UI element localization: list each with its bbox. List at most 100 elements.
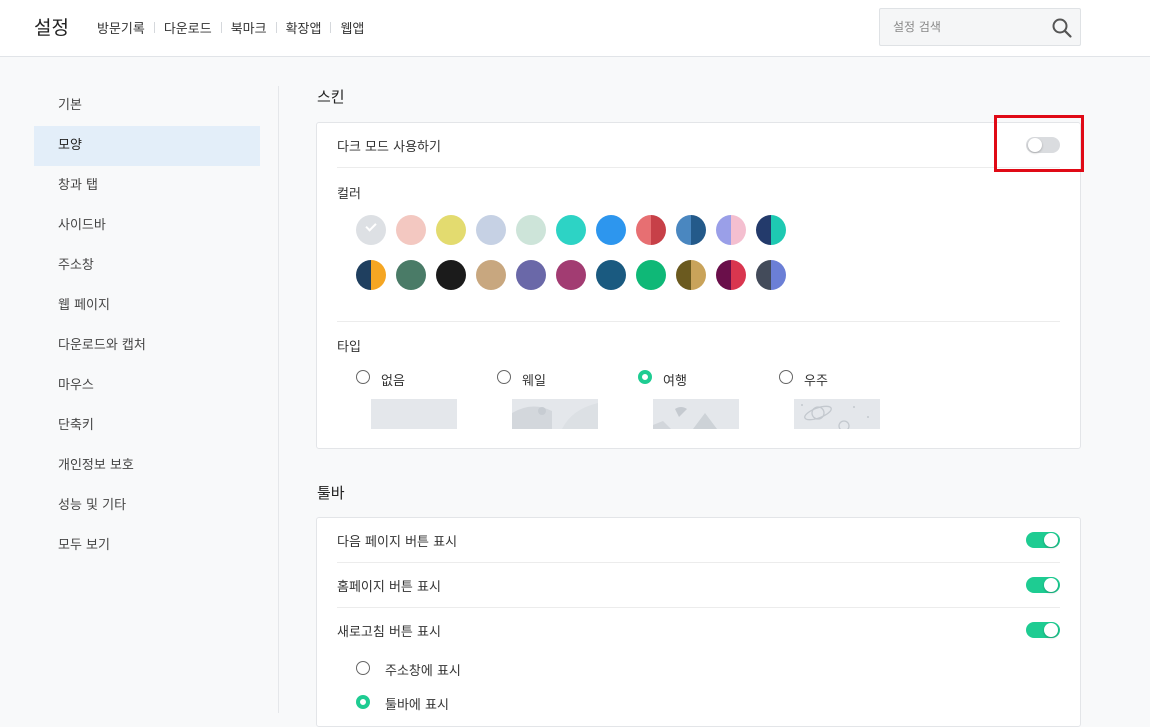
nav-separator	[275, 22, 277, 33]
next-page-button-label: 다음 페이지 버튼 표시	[337, 535, 458, 550]
sidebar-item-windows-tabs[interactable]: 창과 탭	[34, 166, 260, 206]
swatch-half	[676, 215, 691, 245]
sidebar-item-address-bar[interactable]: 주소창	[34, 246, 260, 286]
color-swatch[interactable]	[516, 215, 546, 245]
color-swatch[interactable]	[436, 260, 466, 290]
type-radio-space[interactable]	[779, 370, 793, 384]
swatch-half	[716, 260, 731, 290]
sidebar-item-web-page[interactable]: 웹 페이지	[34, 286, 260, 326]
type-radio-whale[interactable]	[497, 370, 511, 384]
dark-mode-label: 다크 모드 사용하기	[337, 140, 441, 155]
color-swatch[interactable]	[556, 215, 586, 245]
travel-pattern-icon	[653, 399, 739, 429]
color-swatch[interactable]	[396, 260, 426, 290]
sidebar-item-sidebar[interactable]: 사이드바	[34, 206, 260, 246]
section-title-toolbar: 툴바	[317, 484, 345, 502]
sidebar-item-view-all[interactable]: 모두 보기	[34, 526, 260, 566]
search-input[interactable]	[893, 18, 1043, 36]
sidebar: 기본 모양 창과 탭 사이드바 주소창 웹 페이지 다운로드와 캡처 마우스 단…	[34, 86, 260, 566]
color-label: 컬러	[337, 187, 361, 202]
divider	[337, 562, 1060, 563]
sidebar-item-shortcuts[interactable]: 단축키	[34, 406, 260, 446]
check-icon	[365, 220, 377, 232]
nav-downloads-link[interactable]: 다운로드	[164, 18, 212, 37]
color-swatch[interactable]	[356, 260, 386, 290]
toggle-knob	[1044, 533, 1058, 547]
color-swatch[interactable]	[676, 260, 706, 290]
color-swatch[interactable]	[556, 260, 586, 290]
toolbar-card: 다음 페이지 버튼 표시 홈페이지 버튼 표시 새로고침 버튼 표시 주소창에 …	[316, 517, 1081, 727]
home-button-toggle[interactable]	[1026, 577, 1060, 593]
type-radio-none[interactable]	[356, 370, 370, 384]
swatch-half	[651, 215, 666, 245]
color-swatch[interactable]	[396, 215, 426, 245]
color-swatch[interactable]	[716, 215, 746, 245]
home-button-label: 홈페이지 버튼 표시	[337, 580, 441, 595]
color-swatch[interactable]	[516, 260, 546, 290]
nav-webapps-link[interactable]: 웹앱	[340, 18, 364, 37]
swatch-half	[771, 215, 786, 245]
color-swatch[interactable]	[756, 215, 786, 245]
color-swatch[interactable]	[596, 260, 626, 290]
top-nav: 방문기록 다운로드 북마크 확장앱 웹앱	[97, 18, 364, 37]
color-swatch[interactable]	[716, 260, 746, 290]
color-swatch[interactable]	[676, 215, 706, 245]
toggle-knob	[1044, 623, 1058, 637]
nav-history-link[interactable]: 방문기록	[97, 18, 145, 37]
space-pattern-icon	[794, 399, 880, 429]
type-label-space: 우주	[804, 374, 828, 389]
swatch-half	[731, 215, 746, 245]
search-icon[interactable]	[1051, 17, 1073, 39]
whale-pattern-icon	[512, 399, 598, 429]
color-swatch[interactable]	[596, 215, 626, 245]
refresh-in-address-bar-label: 주소창에 표시	[385, 664, 461, 679]
divider	[337, 167, 1060, 168]
color-swatch[interactable]	[636, 215, 666, 245]
refresh-in-toolbar-radio[interactable]	[356, 695, 370, 709]
type-radio-travel[interactable]	[638, 370, 652, 384]
swatch-half	[691, 260, 706, 290]
type-label-none: 없음	[381, 374, 405, 389]
sidebar-item-appearance[interactable]: 모양	[34, 126, 260, 166]
type-preview-none[interactable]	[371, 399, 457, 429]
refresh-in-toolbar-label: 툴바에 표시	[385, 698, 449, 713]
sidebar-item-basic[interactable]: 기본	[34, 86, 260, 126]
swatch-half	[676, 260, 691, 290]
top-bar: 설정 방문기록 다운로드 북마크 확장앱 웹앱	[0, 0, 1150, 57]
color-swatch[interactable]	[756, 260, 786, 290]
nav-extensions-link[interactable]: 확장앱	[286, 18, 322, 37]
page-title: 설정	[34, 17, 69, 39]
swatch-half	[356, 260, 371, 290]
section-title-skin: 스킨	[317, 88, 345, 106]
sidebar-item-performance[interactable]: 성능 및 기타	[34, 486, 260, 526]
color-swatch[interactable]	[476, 215, 506, 245]
sidebar-item-privacy[interactable]: 개인정보 보호	[34, 446, 260, 486]
nav-separator	[220, 22, 222, 33]
swatch-half	[771, 260, 786, 290]
refresh-in-address-bar-radio[interactable]	[356, 661, 370, 675]
swatch-half	[636, 215, 651, 245]
next-page-button-toggle[interactable]	[1026, 532, 1060, 548]
type-preview-whale[interactable]	[512, 399, 598, 429]
highlight-annotation	[994, 115, 1084, 172]
swatch-half	[756, 260, 771, 290]
color-swatch[interactable]	[636, 260, 666, 290]
toggle-knob	[1044, 578, 1058, 592]
refresh-button-toggle[interactable]	[1026, 622, 1060, 638]
divider	[337, 607, 1060, 608]
color-swatch[interactable]	[476, 260, 506, 290]
nav-separator	[153, 22, 155, 33]
swatch-half	[691, 215, 706, 245]
nav-bookmarks-link[interactable]: 북마크	[231, 18, 267, 37]
sidebar-item-downloads-capture[interactable]: 다운로드와 캡처	[34, 326, 260, 366]
type-label-travel: 여행	[663, 374, 687, 389]
nav-separator	[330, 22, 332, 33]
sidebar-divider	[278, 86, 279, 713]
type-preview-space[interactable]	[794, 399, 880, 429]
swatch-half	[731, 260, 746, 290]
divider	[337, 321, 1060, 322]
color-swatch[interactable]	[356, 215, 386, 245]
sidebar-item-mouse[interactable]: 마우스	[34, 366, 260, 406]
type-preview-travel[interactable]	[653, 399, 739, 429]
color-swatch[interactable]	[436, 215, 466, 245]
